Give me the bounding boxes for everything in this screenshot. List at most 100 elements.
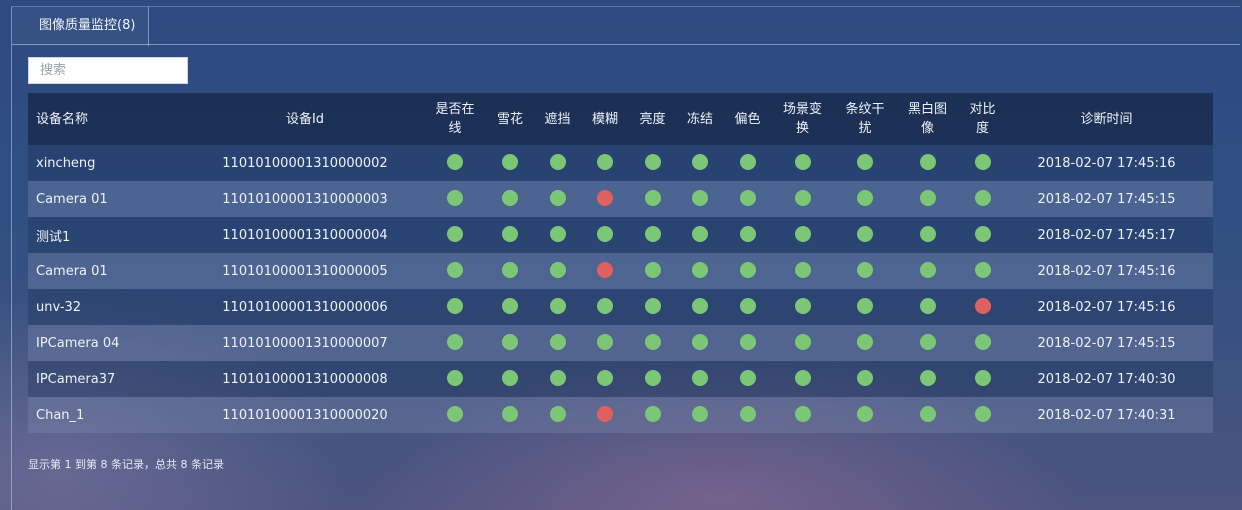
status-cell bbox=[765, 181, 840, 217]
device-id-cell: 11010100001310000004 bbox=[222, 227, 388, 243]
diagnosis-time-cell: 2018-02-07 17:45:16 bbox=[1037, 155, 1176, 171]
status-ok-icon bbox=[857, 405, 873, 422]
status-cell bbox=[965, 325, 1000, 361]
status-cell bbox=[670, 145, 730, 181]
status-ok-icon bbox=[502, 297, 518, 314]
status-cell bbox=[890, 325, 965, 361]
column-header-occlusion[interactable]: 遮挡 bbox=[540, 93, 575, 145]
search-input[interactable] bbox=[28, 57, 188, 84]
device-name-cell: xincheng bbox=[36, 155, 96, 171]
status-ok-icon bbox=[794, 405, 811, 422]
status-ok-icon bbox=[644, 297, 661, 314]
column-header-contrast[interactable]: 对比度 bbox=[965, 93, 1000, 145]
table-row[interactable]: 测试1 11010100001310000004 2018-02-07 17:45:… bbox=[28, 217, 1213, 253]
status-ok-icon bbox=[644, 333, 661, 350]
status-cell bbox=[575, 253, 635, 289]
status-ok-icon bbox=[692, 297, 708, 314]
status-ok-icon bbox=[447, 189, 463, 206]
status-cell bbox=[635, 145, 670, 181]
status-ok-icon bbox=[502, 333, 518, 350]
tab-image-quality-monitor[interactable]: 图像质量监控(8) bbox=[12, 7, 149, 46]
table-row[interactable]: Chan_1 11010100001310000020 2018-02-07 17:… bbox=[28, 397, 1213, 433]
status-ok-icon bbox=[692, 261, 708, 278]
column-header-blur[interactable]: 模糊 bbox=[575, 93, 635, 145]
column-header-device-id[interactable]: 设备Id bbox=[180, 93, 430, 145]
column-header-black-white[interactable]: 黑白图像 bbox=[890, 93, 965, 145]
status-ok-icon bbox=[919, 333, 936, 350]
status-cell bbox=[890, 181, 965, 217]
column-header-snow[interactable]: 雪花 bbox=[480, 93, 540, 145]
status-cell bbox=[730, 325, 765, 361]
status-cell bbox=[840, 289, 890, 325]
status-cell bbox=[965, 181, 1000, 217]
column-header-device-name[interactable]: 设备名称 bbox=[28, 93, 180, 145]
status-ok-icon bbox=[447, 333, 463, 350]
status-cell bbox=[670, 289, 730, 325]
column-header-scene-change[interactable]: 场景变换 bbox=[765, 93, 840, 145]
table-row[interactable]: Camera 01 11010100001310000003 2018-02-07 … bbox=[28, 181, 1213, 217]
status-ok-icon bbox=[857, 369, 873, 386]
status-ok-icon bbox=[447, 369, 463, 386]
device-name-cell: Chan_1 bbox=[36, 407, 85, 423]
device-id-cell: 11010100001310000007 bbox=[222, 335, 388, 351]
status-ok-icon bbox=[919, 153, 936, 170]
table-row[interactable]: unv-32 11010100001310000006 2018-02-07 17:… bbox=[28, 289, 1213, 325]
status-ok-icon bbox=[794, 333, 811, 350]
status-ok-icon bbox=[739, 405, 756, 422]
column-header-brightness[interactable]: 亮度 bbox=[635, 93, 670, 145]
status-ok-icon bbox=[974, 405, 991, 422]
table-row[interactable]: IPCamera37 11010100001310000008 2018-02-07… bbox=[28, 361, 1213, 397]
table-row[interactable]: IPCamera 04 11010100001310000007 2018-02-0… bbox=[28, 325, 1213, 361]
status-cell bbox=[540, 253, 575, 289]
table-row[interactable]: xincheng 11010100001310000002 2018-02-07 1… bbox=[28, 145, 1213, 181]
status-ok-icon bbox=[739, 225, 756, 242]
status-ok-icon bbox=[644, 405, 661, 422]
status-ok-icon bbox=[549, 189, 566, 206]
status-cell bbox=[765, 217, 840, 253]
status-fault-icon bbox=[597, 189, 613, 206]
status-ok-icon bbox=[739, 297, 756, 314]
column-header-freeze[interactable]: 冻结 bbox=[670, 93, 730, 145]
device-name-cell: unv-32 bbox=[36, 299, 82, 315]
status-cell bbox=[575, 217, 635, 253]
status-cell bbox=[575, 397, 635, 433]
status-cell bbox=[670, 325, 730, 361]
device-name-cell: IPCamera37 bbox=[36, 371, 116, 387]
device-id-cell: 11010100001310000006 bbox=[222, 299, 388, 315]
status-ok-icon bbox=[597, 369, 613, 386]
status-ok-icon bbox=[549, 333, 566, 350]
status-cell bbox=[540, 325, 575, 361]
device-name-cell: Camera 01 bbox=[36, 191, 108, 207]
status-ok-icon bbox=[919, 261, 936, 278]
status-cell bbox=[890, 217, 965, 253]
status-ok-icon bbox=[974, 153, 991, 170]
status-ok-icon bbox=[739, 189, 756, 206]
column-header-stripe-interference[interactable]: 条纹干扰 bbox=[840, 93, 890, 145]
diagnosis-time-cell: 2018-02-07 17:45:16 bbox=[1037, 299, 1176, 315]
status-cell bbox=[430, 397, 480, 433]
status-cell bbox=[765, 397, 840, 433]
pagination-info: 显示第 1 到第 8 条记录，总共 8 条记录 bbox=[28, 458, 224, 471]
device-name-cell: Camera 01 bbox=[36, 263, 108, 279]
status-ok-icon bbox=[692, 405, 708, 422]
status-cell bbox=[840, 181, 890, 217]
tab-bar: 图像质量监控(8) bbox=[12, 7, 1240, 46]
device-name-cell: IPCamera 04 bbox=[36, 335, 120, 351]
column-header-online[interactable]: 是否在线 bbox=[430, 93, 480, 145]
status-ok-icon bbox=[919, 225, 936, 242]
status-ok-icon bbox=[692, 369, 708, 386]
column-header-diagnosis-time[interactable]: 诊断时间 bbox=[1000, 93, 1213, 145]
status-cell bbox=[765, 325, 840, 361]
status-ok-icon bbox=[502, 405, 518, 422]
column-header-color-cast[interactable]: 偏色 bbox=[730, 93, 765, 145]
status-ok-icon bbox=[692, 189, 708, 206]
table-body: xincheng 11010100001310000002 2018-02-07 1… bbox=[28, 145, 1213, 433]
status-ok-icon bbox=[974, 261, 991, 278]
status-ok-icon bbox=[692, 333, 708, 350]
status-cell bbox=[540, 217, 575, 253]
status-ok-icon bbox=[502, 369, 518, 386]
status-fault-icon bbox=[974, 297, 991, 314]
status-cell bbox=[480, 289, 540, 325]
status-ok-icon bbox=[974, 189, 991, 206]
table-row[interactable]: Camera 01 11010100001310000005 2018-02-07 … bbox=[28, 253, 1213, 289]
